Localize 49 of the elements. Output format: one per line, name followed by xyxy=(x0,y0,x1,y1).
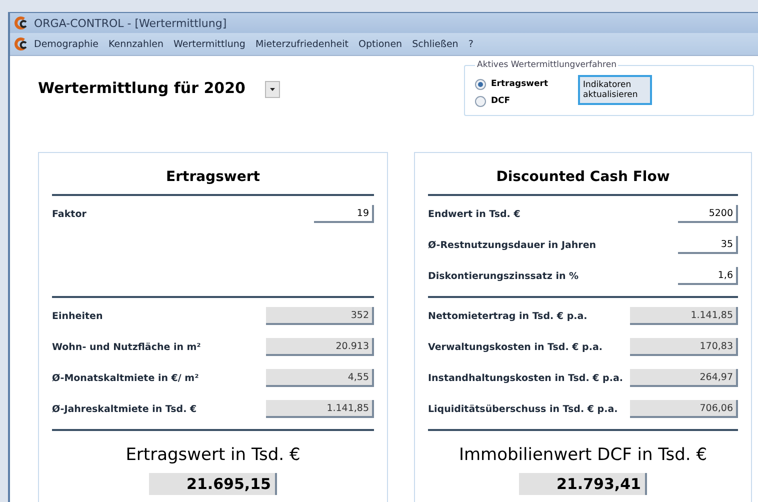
field-label: Ø-Monatskaltmiete in €/ m² xyxy=(52,372,199,384)
field-label: Ø-Jahreskaltmiete in Tsd. € xyxy=(52,404,197,414)
input-field[interactable]: 1,6 xyxy=(678,267,738,285)
value-field: 1.141,85 xyxy=(266,400,374,418)
window-title: ORGA-CONTROL - [Wertermittlung] xyxy=(34,16,227,30)
input-field[interactable]: 19 xyxy=(314,205,374,223)
menu-item[interactable]: Schließen xyxy=(408,36,462,52)
menu-item[interactable]: Wertermittlung xyxy=(170,36,250,52)
field-label: Diskontierungszinssatz in % xyxy=(428,270,579,282)
menu-item[interactable]: Mieterzufriedenheit xyxy=(251,36,352,52)
field-label: Wohn- und Nutzfläche in m² xyxy=(52,342,201,352)
radio-label[interactable]: DCF xyxy=(491,96,510,106)
field-label: Liquiditätsüberschuss in Tsd. € p.a. xyxy=(428,404,618,414)
field-label: Nettomietertrag in Tsd. € p.a. xyxy=(428,310,588,322)
field-label: Endwert in Tsd. € xyxy=(428,208,520,220)
menu-item[interactable]: ? xyxy=(464,36,478,52)
value-field: 1.141,85 xyxy=(630,307,738,325)
page-heading: Wertermittlung für 2020 xyxy=(38,79,246,97)
app-logo-icon xyxy=(14,37,28,51)
input-field[interactable]: 5200 xyxy=(678,205,738,223)
value-field: 20.913 xyxy=(266,338,374,356)
result-label: Ertragswert in Tsd. € xyxy=(124,445,302,465)
input-field[interactable]: 35 xyxy=(678,236,738,254)
radio-label[interactable]: Ertragswert xyxy=(491,79,548,89)
value-field: 264,97 xyxy=(630,369,738,387)
value-field: 352 xyxy=(266,307,374,325)
group-title: Aktives Wertermittlungverfahren xyxy=(476,60,618,70)
caret-icon xyxy=(270,88,276,91)
field-label: Ø-Restnutzungsdauer in Jahren xyxy=(428,240,596,250)
menu-item[interactable]: Optionen xyxy=(354,36,406,52)
field-label: Instandhaltungskosten in Tsd. € p.a. xyxy=(428,372,623,384)
app-logo-icon xyxy=(14,16,28,30)
panel-title: Discounted Cash Flow xyxy=(495,168,671,187)
radio-button[interactable] xyxy=(475,78,486,90)
update-button[interactable]: Indikatoren aktualisieren xyxy=(578,74,652,104)
dropdown-button[interactable] xyxy=(265,81,280,98)
result-label: Immobilienwert DCF in Tsd. € xyxy=(458,445,708,465)
menu-item[interactable]: Demographie xyxy=(30,36,103,52)
panel-title: Ertragswert xyxy=(165,168,261,187)
field-label: Einheiten xyxy=(52,310,103,322)
value-field: 4,55 xyxy=(266,369,374,387)
field-label: Faktor xyxy=(52,208,86,220)
value-field: 706,06 xyxy=(630,400,738,418)
radio-button[interactable] xyxy=(475,96,486,106)
result-value: 21.793,41 xyxy=(519,473,647,495)
value-field: 170,83 xyxy=(630,338,738,356)
field-label: Verwaltungskosten in Tsd. € p.a. xyxy=(428,342,602,352)
result-value: 21.695,15 xyxy=(149,473,277,495)
menu-item[interactable]: Kennzahlen xyxy=(104,36,168,52)
